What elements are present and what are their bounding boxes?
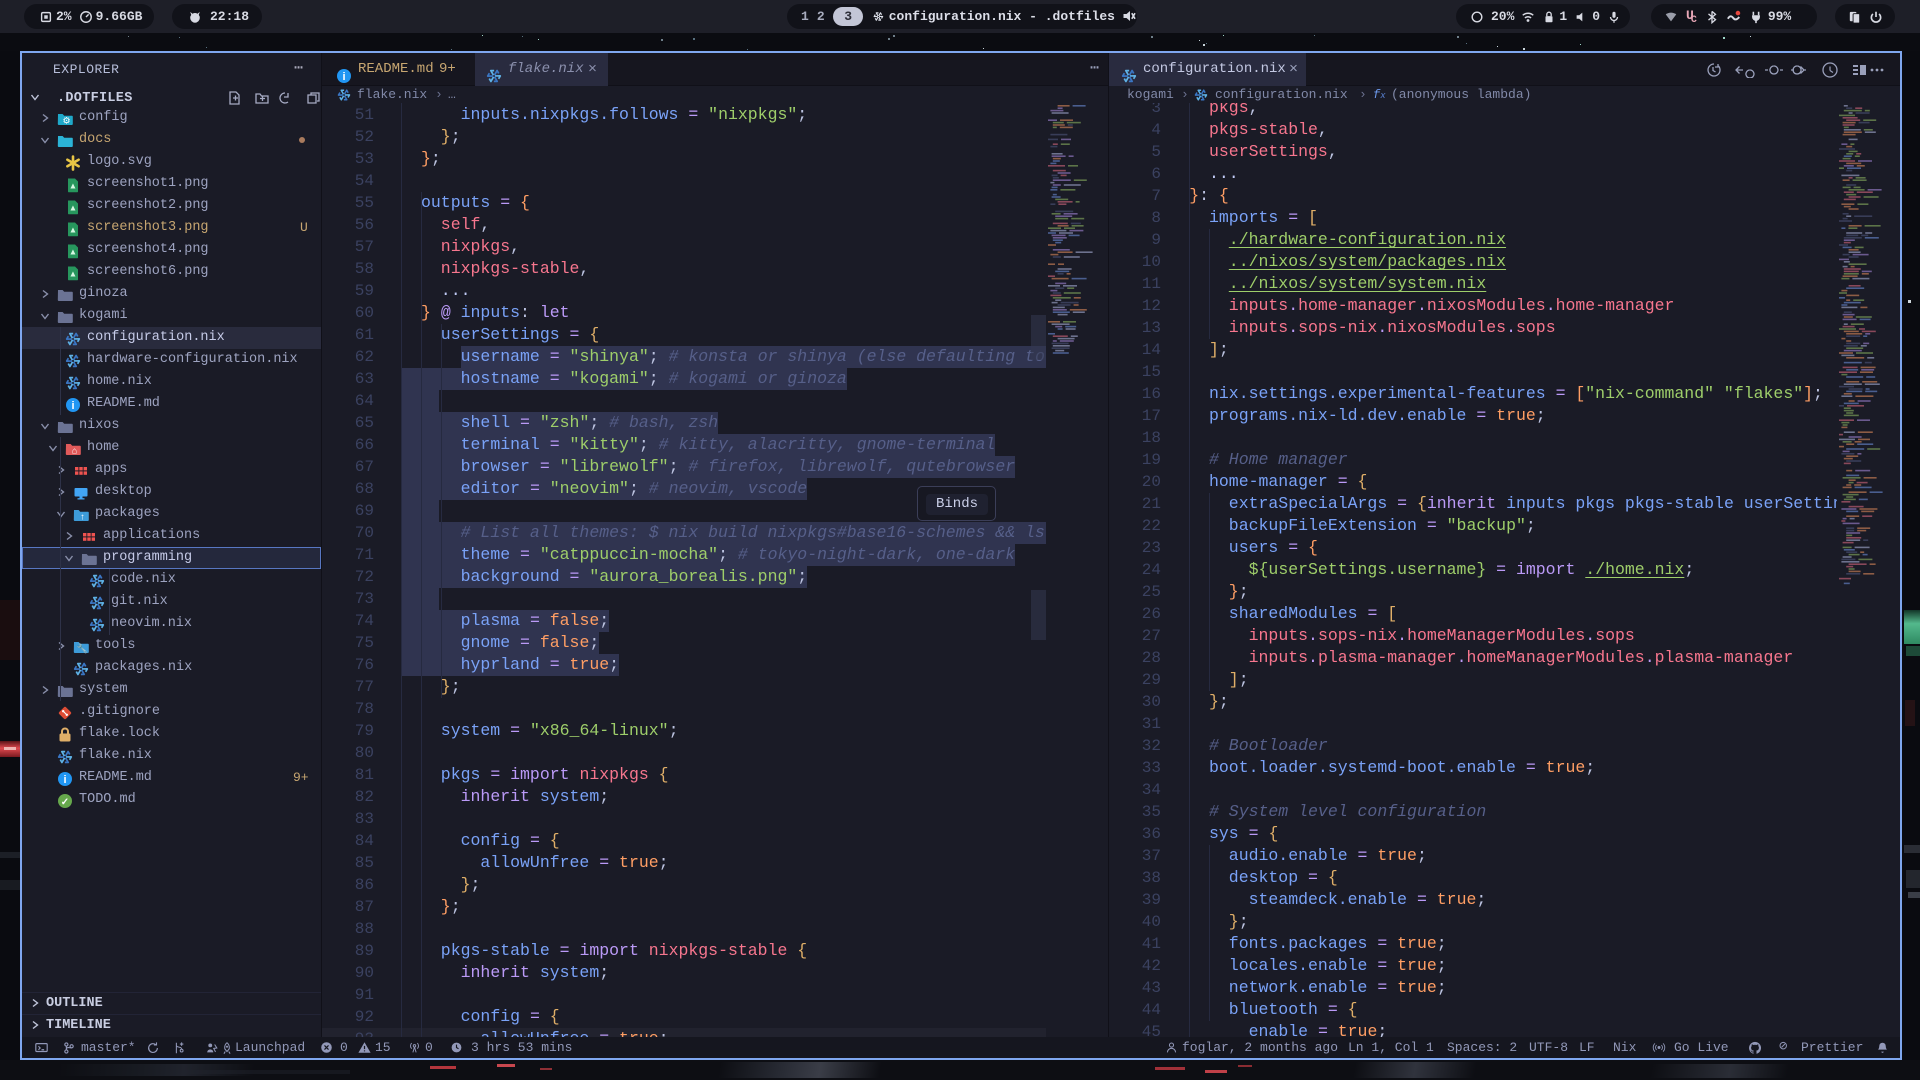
svg-text:▲: ▲ <box>69 246 77 256</box>
svg-text:⌂: ⌂ <box>72 445 77 455</box>
svg-text:✓: ✓ <box>61 797 69 808</box>
svg-text:▲: ▲ <box>69 202 77 212</box>
svg-text:i: i <box>71 400 74 412</box>
svg-text:🔧: 🔧 <box>77 642 88 653</box>
svg-text:▲: ▲ <box>69 224 77 234</box>
svg-text:▲: ▲ <box>69 180 77 190</box>
svg-text:↑: ↑ <box>80 511 85 521</box>
svg-text:▲: ▲ <box>69 268 77 278</box>
svg-text:⚙: ⚙ <box>62 115 70 125</box>
svg-text:i: i <box>63 774 66 786</box>
svg-text:i: i <box>342 71 345 83</box>
